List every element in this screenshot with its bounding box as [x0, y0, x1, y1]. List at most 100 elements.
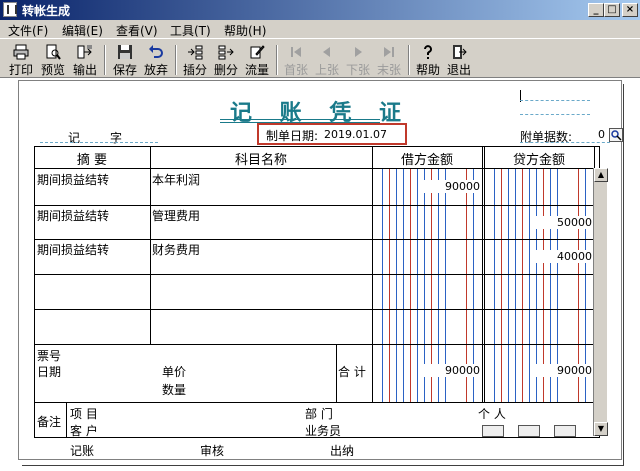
row2-summary[interactable]: 期间损益结转: [37, 207, 109, 224]
help-icon: [424, 45, 432, 59]
header-account: 科目名称: [234, 153, 287, 168]
printer-icon: [13, 44, 29, 60]
digit-line: [410, 168, 411, 402]
quantity-label: 数量: [162, 383, 187, 397]
export-button[interactable]: 输出: [70, 43, 100, 77]
insert-row-icon: [188, 45, 203, 60]
menu-view[interactable]: 查看(V): [116, 22, 158, 39]
prev-icon: [323, 47, 330, 57]
title-bar: 转帐生成 _ □ ×: [0, 0, 640, 20]
total-credit: 90000: [532, 364, 592, 377]
cashier-label: 出纳: [330, 444, 355, 458]
bill-no-label: 票号: [37, 349, 62, 363]
title-underline: [220, 119, 380, 120]
card-icon[interactable]: [482, 425, 504, 437]
first-page-button[interactable]: 首张: [281, 43, 311, 77]
last-page-label: 末张: [376, 63, 401, 77]
grid-line: [34, 205, 594, 206]
digit-line: [515, 168, 516, 402]
last-icon: [384, 47, 394, 57]
total-debit: 90000: [420, 364, 480, 377]
minimize-button[interactable]: _: [588, 3, 604, 17]
digit-line: [403, 168, 404, 402]
next-icon: [355, 47, 362, 57]
app-icon: [3, 2, 17, 17]
exit-label: 退出: [446, 63, 471, 77]
grid-line: [34, 344, 594, 345]
menu-tools[interactable]: 工具(T): [170, 22, 211, 39]
grid-line: [34, 168, 594, 169]
unit-price-label: 单价: [162, 365, 187, 379]
voucher-type[interactable]: 记: [68, 129, 80, 146]
next-page-button[interactable]: 下张: [343, 43, 373, 77]
toolbar: 打印 预览 输出 保存 放弃 插分 删分 流量 首张 上张 下张 末张 帮助 退…: [0, 38, 640, 78]
first-icon: [291, 47, 301, 57]
export-icon: [77, 45, 92, 59]
delete-row-button[interactable]: 删分: [211, 43, 241, 77]
preview-button[interactable]: 预览: [38, 43, 68, 77]
header-summary: 摘 要: [76, 153, 108, 168]
help-button[interactable]: 帮助: [413, 43, 443, 77]
grid-line: [34, 402, 594, 403]
bookkeeper-label: 记账: [70, 444, 95, 458]
menu-file[interactable]: 文件(F): [8, 22, 48, 39]
menu-help[interactable]: 帮助(H): [224, 22, 266, 39]
prev-page-button[interactable]: 上张: [312, 43, 342, 77]
header-debit: 借方金额: [400, 153, 453, 168]
grid-line: [150, 146, 151, 344]
insert-row-button[interactable]: 插分: [180, 43, 210, 77]
bill-date-label: 日期: [37, 365, 62, 379]
row3-account[interactable]: 财务费用: [152, 241, 200, 258]
attachment-count-line: [520, 142, 610, 143]
close-button[interactable]: ×: [622, 3, 638, 17]
customer-label: 客 户: [70, 424, 98, 438]
exit-icon: [453, 45, 467, 59]
discard-label: 放弃: [143, 63, 168, 77]
reviewer-label: 审核: [200, 444, 225, 458]
attachment-line: [520, 114, 590, 115]
pencil-icon[interactable]: [554, 425, 576, 437]
vertical-scrollbar[interactable]: ▲ ▼: [593, 168, 608, 436]
row3-credit[interactable]: 40000: [532, 250, 592, 263]
menu-edit[interactable]: 编辑(E): [62, 22, 103, 39]
grid-line: [34, 309, 594, 310]
date-label: 制单日期:: [266, 129, 319, 143]
scroll-down-button[interactable]: ▼: [594, 422, 608, 436]
row1-debit[interactable]: 90000: [420, 180, 480, 193]
digit-line: [417, 168, 418, 402]
attachment-line: [520, 100, 590, 101]
digit-line: [382, 168, 383, 402]
grid-line: [336, 344, 337, 402]
grid-line: [66, 402, 67, 438]
date-value[interactable]: 2019.01.07: [324, 128, 387, 141]
export-label: 输出: [72, 63, 97, 77]
save-button[interactable]: 保存: [110, 43, 140, 77]
maximize-button[interactable]: □: [604, 3, 620, 17]
last-page-button[interactable]: 末张: [374, 43, 404, 77]
search-button[interactable]: [609, 128, 623, 142]
digit-line: [501, 168, 502, 402]
project-label: 项 目: [70, 407, 98, 421]
scroll-up-button[interactable]: ▲: [594, 168, 608, 182]
voucher-number-label: 字: [110, 131, 123, 145]
save-icon: [118, 45, 132, 59]
print-button[interactable]: 打印: [6, 43, 36, 77]
discard-button[interactable]: 放弃: [141, 43, 171, 77]
attachment-count-value[interactable]: 0: [598, 128, 605, 141]
person-label: 个 人: [478, 407, 506, 421]
salesperson-label: 业务员: [305, 424, 342, 438]
card-icon[interactable]: [518, 425, 540, 437]
cash-flow-button[interactable]: 流量: [242, 43, 272, 77]
grid-line: [34, 239, 594, 240]
row1-summary[interactable]: 期间损益结转: [37, 171, 109, 188]
digit-line: [494, 168, 495, 402]
undo-icon: [149, 45, 163, 58]
row3-summary[interactable]: 期间损益结转: [37, 241, 109, 258]
exit-button[interactable]: 退出: [444, 43, 474, 77]
voucher-number-line: [40, 142, 158, 143]
row1-account[interactable]: 本年利润: [152, 171, 200, 188]
digit-line: [396, 168, 397, 402]
row2-account[interactable]: 管理费用: [152, 207, 200, 224]
row2-credit[interactable]: 50000: [532, 216, 592, 229]
digit-line: [529, 168, 530, 402]
